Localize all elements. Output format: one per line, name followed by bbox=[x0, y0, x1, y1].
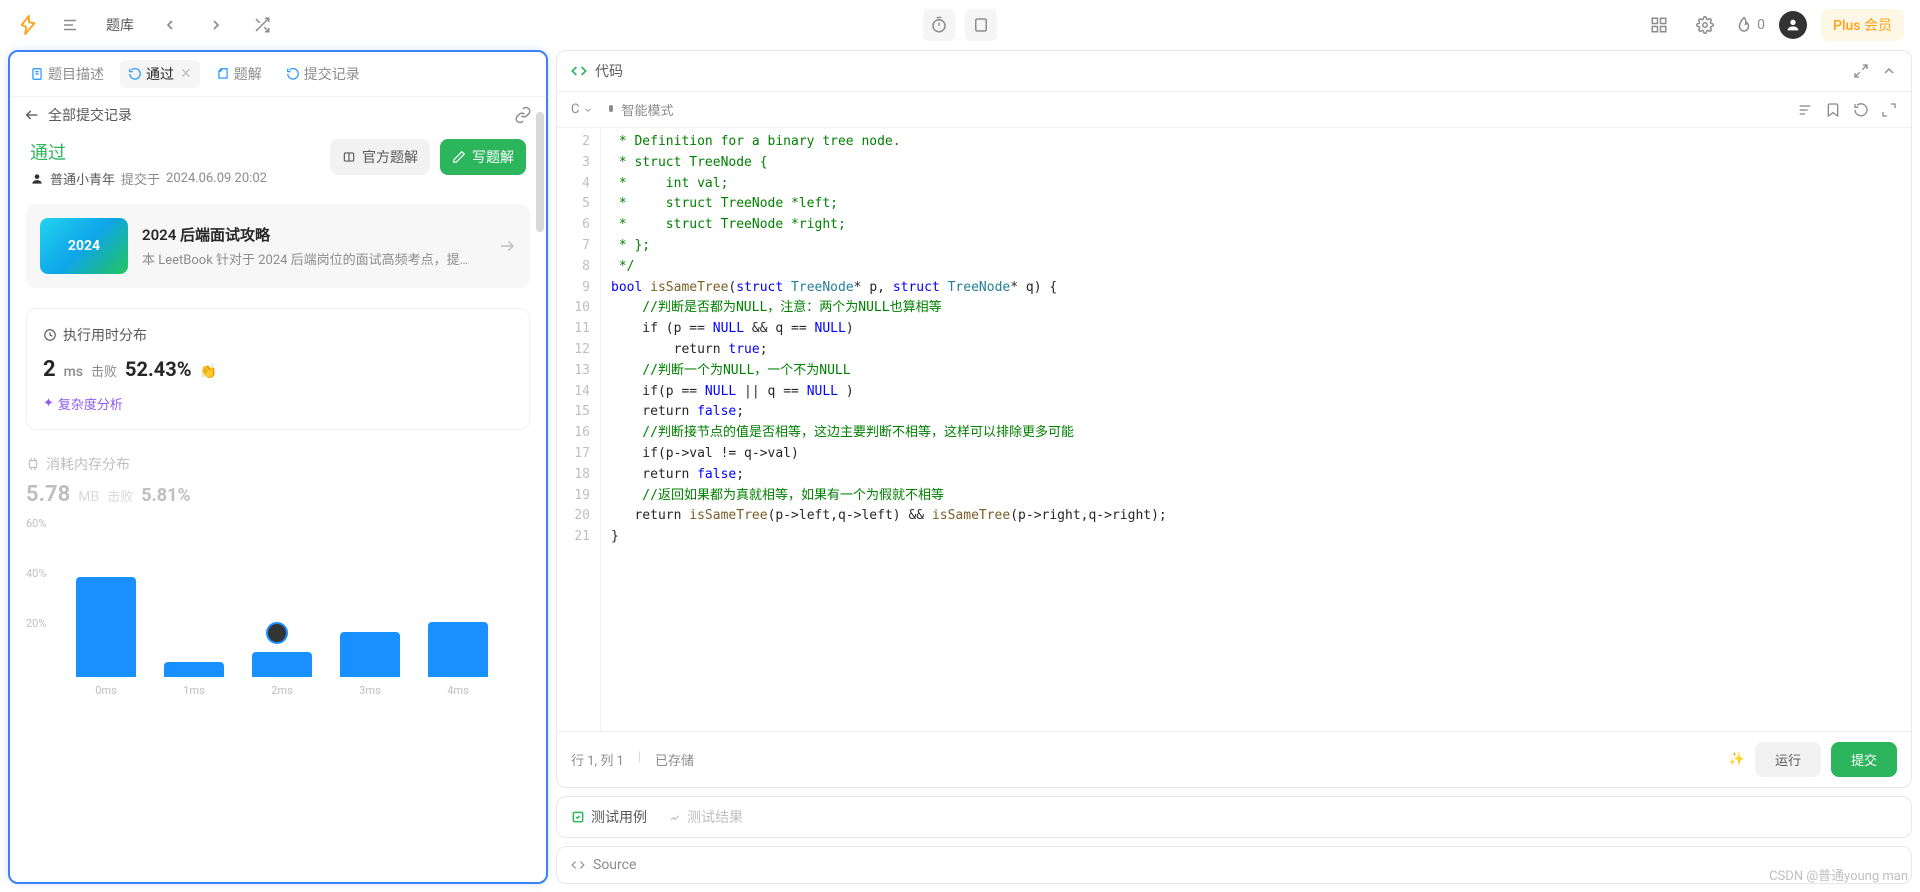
problems-nav[interactable]: 题库 bbox=[100, 11, 140, 39]
runtime-value: 2 bbox=[43, 357, 56, 382]
sparkle-icon[interactable]: ✨ bbox=[1729, 752, 1745, 767]
tab-accepted[interactable]: 通过 ✕ bbox=[120, 60, 200, 88]
status-text: 通过 bbox=[30, 139, 267, 165]
chart-bar[interactable] bbox=[340, 632, 400, 677]
back-icon[interactable] bbox=[24, 107, 40, 123]
user-marker bbox=[266, 622, 288, 644]
expand-icon[interactable] bbox=[1853, 63, 1869, 79]
list-icon[interactable] bbox=[54, 9, 86, 41]
chevron-up-icon[interactable] bbox=[1881, 63, 1897, 79]
settings-icon[interactable] bbox=[1689, 9, 1721, 41]
leetcode-logo[interactable] bbox=[16, 13, 40, 37]
submit-prefix: 提交于 bbox=[121, 169, 160, 188]
chart-bar[interactable] bbox=[252, 652, 312, 677]
all-submissions-label[interactable]: 全部提交记录 bbox=[48, 105, 132, 125]
complexity-link[interactable]: ✦ 复杂度分析 bbox=[43, 394, 123, 413]
memory-unit: MB bbox=[78, 489, 99, 505]
chart-bar[interactable] bbox=[164, 662, 224, 677]
memory-value: 5.78 bbox=[26, 482, 70, 507]
prev-icon[interactable] bbox=[154, 9, 186, 41]
write-solution-button[interactable]: 写题解 bbox=[440, 139, 526, 175]
runtime-card: 执行用时分布 2 ms 击败 52.43% 👏 ✦ 复杂度分析 bbox=[26, 308, 530, 430]
code-panel: 代码 C 智能模式 bbox=[556, 50, 1912, 788]
timer-icon[interactable] bbox=[923, 9, 955, 41]
user-avatar-small bbox=[30, 172, 44, 186]
promo-desc: 本 LeetBook 针对于 2024 后端岗位的面试高频考点，提… bbox=[142, 249, 484, 268]
streak[interactable]: 0 bbox=[1735, 16, 1765, 34]
bookmark-icon[interactable] bbox=[1825, 102, 1841, 118]
run-button[interactable]: 运行 bbox=[1755, 742, 1821, 777]
test-cases-tab[interactable]: 测试用例 bbox=[571, 807, 647, 827]
next-icon[interactable] bbox=[200, 9, 232, 41]
runtime-beat-label: 击败 bbox=[91, 361, 117, 380]
left-panel: 题目描述 通过 ✕ 题解 提交记录 全部提交记录 bbox=[8, 50, 548, 884]
watermark: CSDN @普通young man bbox=[1769, 865, 1908, 884]
memory-beat-pct: 5.81% bbox=[141, 485, 191, 506]
problems-label: 题库 bbox=[106, 15, 134, 35]
code-icon bbox=[571, 858, 585, 872]
code-editor[interactable]: 23456789101112131415161718192021 * Defin… bbox=[557, 128, 1911, 731]
memory-beat-label: 击败 bbox=[107, 486, 133, 505]
fullscreen-icon[interactable] bbox=[1881, 102, 1897, 118]
avatar[interactable] bbox=[1779, 11, 1807, 39]
clock-icon bbox=[43, 328, 57, 342]
submit-button[interactable]: 提交 bbox=[1831, 742, 1897, 777]
test-panel: 测试用例 测试结果 bbox=[556, 796, 1912, 838]
chart-bar[interactable] bbox=[76, 577, 136, 677]
chevron-right-icon bbox=[498, 237, 516, 255]
subheader: 全部提交记录 bbox=[10, 97, 546, 133]
smart-mode[interactable]: 智能模式 bbox=[605, 100, 673, 119]
promo-card[interactable]: 2024 2024 后端面试攻略 本 LeetBook 针对于 2024 后端岗… bbox=[26, 204, 530, 288]
format-icon[interactable] bbox=[1797, 102, 1813, 118]
shuffle-icon[interactable] bbox=[246, 9, 278, 41]
username[interactable]: 普通小青年 bbox=[50, 169, 115, 188]
saved-status: 已存储 bbox=[655, 750, 694, 769]
grid-icon[interactable] bbox=[1643, 9, 1675, 41]
code-title: 代码 bbox=[595, 61, 623, 81]
tab-submissions[interactable]: 提交记录 bbox=[278, 60, 368, 88]
test-results-tab[interactable]: 测试结果 bbox=[667, 807, 743, 827]
tabs: 题目描述 通过 ✕ 题解 提交记录 bbox=[10, 52, 546, 97]
link-icon[interactable] bbox=[514, 106, 532, 124]
topbar: 题库 0 Plus 会员 bbox=[0, 0, 1920, 50]
close-icon[interactable]: ✕ bbox=[180, 66, 192, 82]
cursor-position: 行 1, 列 1 bbox=[571, 750, 624, 769]
lang-selector[interactable]: C bbox=[571, 102, 593, 117]
tab-description[interactable]: 题目描述 bbox=[22, 60, 112, 88]
source-panel[interactable]: Source bbox=[556, 846, 1912, 884]
note-icon[interactable] bbox=[965, 9, 997, 41]
chart-bar[interactable] bbox=[428, 622, 488, 677]
promo-title: 2024 后端面试攻略 bbox=[142, 224, 484, 245]
streak-count: 0 bbox=[1757, 17, 1765, 33]
clap-icon: 👏 bbox=[200, 364, 217, 380]
official-solution-button[interactable]: 官方题解 bbox=[330, 139, 430, 175]
scrollbar[interactable] bbox=[536, 112, 544, 872]
plus-button[interactable]: Plus 会员 bbox=[1821, 9, 1904, 41]
runtime-chart: 60% 40% 20% 0ms1ms2ms3ms4ms bbox=[26, 517, 530, 697]
memory-icon bbox=[26, 457, 40, 471]
runtime-beat-pct: 52.43% bbox=[125, 357, 191, 381]
code-icon bbox=[571, 63, 587, 79]
runtime-unit: ms bbox=[64, 364, 83, 380]
tab-solution[interactable]: 题解 bbox=[208, 60, 270, 88]
memory-title: 消耗内存分布 bbox=[46, 454, 130, 474]
source-label: Source bbox=[593, 857, 636, 873]
promo-image: 2024 bbox=[40, 218, 128, 274]
reset-icon[interactable] bbox=[1853, 102, 1869, 118]
submit-time: 2024.06.09 20:02 bbox=[166, 171, 267, 186]
runtime-title: 执行用时分布 bbox=[63, 325, 147, 345]
